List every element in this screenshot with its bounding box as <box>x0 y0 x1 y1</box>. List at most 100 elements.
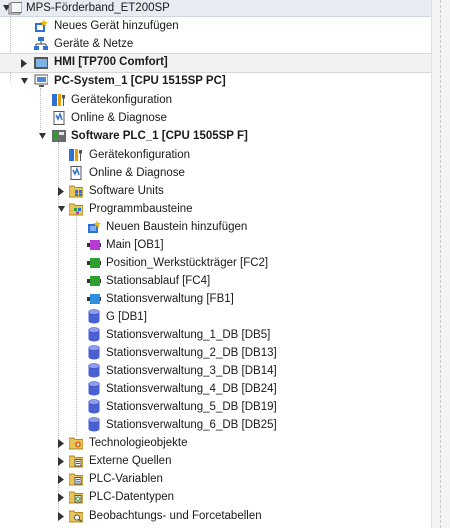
device-config-icon <box>69 148 83 162</box>
plc-online-diag-item[interactable]: Online & Diagnose <box>0 164 432 182</box>
collapse-arrow-icon[interactable] <box>18 57 30 69</box>
expand-arrow-icon[interactable] <box>36 130 48 142</box>
add-device-item[interactable]: Neues Gerät hinzufügen <box>0 17 432 35</box>
db-icon <box>87 416 101 431</box>
pc-system-icon <box>34 74 48 88</box>
db-icon <box>87 344 101 359</box>
block-item[interactable]: Stationsverwaltung [FB1] <box>0 290 432 308</box>
block-label: G [DB1] <box>106 311 147 323</box>
expand-arrow-icon[interactable] <box>55 203 67 215</box>
db-icon <box>87 308 101 323</box>
hmi-device-item[interactable]: HMI [TP700 Comfort] <box>0 53 432 73</box>
plc-variables-label: PLC-Variablen <box>89 473 163 485</box>
hmi-panel-icon <box>34 56 48 70</box>
devices-networks-label: Geräte & Netze <box>54 38 134 50</box>
project-name: MPS-Förderband_ET200SP <box>26 2 170 14</box>
project-tree: MPS-Förderband_ET200SP Neues Gerät hinzu… <box>0 0 432 528</box>
program-blocks-label: Programmbausteine <box>89 203 193 215</box>
block-label: Stationsverwaltung_4_DB [DB24] <box>106 383 277 395</box>
scrollbar-track-divider <box>440 0 441 528</box>
software-units-label: Software Units <box>89 185 164 197</box>
plc-datatypes-folder-icon <box>69 490 83 504</box>
external-sources-item[interactable]: Externe Quellen <box>0 452 432 470</box>
external-sources-folder-icon <box>69 454 83 468</box>
pc-system-label: PC-System_1 [CPU 1515SP PC] <box>54 75 226 87</box>
fc-block-icon <box>87 274 101 288</box>
device-config-icon <box>52 93 66 107</box>
ob-block-icon <box>87 238 101 252</box>
collapse-arrow-icon[interactable] <box>55 473 67 485</box>
watch-force-tables-item[interactable]: Beobachtungs- und Forcetabellen <box>0 507 432 525</box>
devices-networks-icon <box>34 37 48 51</box>
collapse-arrow-icon[interactable] <box>55 491 67 503</box>
pc-device-config-label: Gerätekonfiguration <box>71 94 173 106</box>
db-icon <box>87 362 101 377</box>
block-label: Stationsablauf [FC4] <box>106 275 211 287</box>
software-plc-icon <box>52 129 66 143</box>
block-label: Stationsverwaltung_5_DB [DB19] <box>106 401 277 413</box>
db-icon <box>87 326 101 341</box>
db-icon <box>87 380 101 395</box>
technology-objects-item[interactable]: Technologieobjekte <box>0 434 432 452</box>
fb-block-icon <box>87 292 101 306</box>
project-icon <box>8 1 22 15</box>
block-label: Main [OB1] <box>106 239 164 251</box>
block-label: Neuen Baustein hinzufügen <box>106 221 248 233</box>
pc-device-config-item[interactable]: Gerätekonfiguration <box>0 91 432 109</box>
plc-datatypes-item[interactable]: PLC-Datentypen <box>0 488 432 506</box>
block-label: Stationsverwaltung [FB1] <box>106 293 234 305</box>
hmi-label: HMI [TP700 Comfort] <box>54 56 168 68</box>
pc-online-diag-item[interactable]: Online & Diagnose <box>0 109 432 127</box>
block-label: Position_Werkstückträger [FC2] <box>106 257 269 269</box>
technology-objects-label: Technologieobjekte <box>89 437 188 449</box>
block-item[interactable]: Stationsverwaltung_6_DB [DB25] <box>0 416 432 434</box>
plc-device-config-label: Gerätekonfiguration <box>89 149 191 161</box>
project-root-row[interactable]: MPS-Förderband_ET200SP <box>0 0 432 17</box>
program-blocks-folder-icon <box>69 202 83 216</box>
software-units-icon <box>69 184 83 198</box>
block-label: Stationsverwaltung_6_DB [DB25] <box>106 419 277 431</box>
software-plc-label: Software PLC_1 [CPU 1505SP F] <box>71 130 248 142</box>
technology-objects-folder-icon <box>69 436 83 450</box>
online-diagnose-icon <box>52 111 66 125</box>
block-item[interactable]: Stationsverwaltung_5_DB [DB19] <box>0 398 432 416</box>
add-device-icon <box>34 19 48 33</box>
block-label: Stationsverwaltung_3_DB [DB14] <box>106 365 277 377</box>
plc-variables-folder-icon <box>69 472 83 486</box>
block-item[interactable]: Main [OB1] <box>0 236 432 254</box>
plc-datatypes-label: PLC-Datentypen <box>89 491 175 503</box>
fc-block-icon <box>87 256 101 270</box>
block-label: Stationsverwaltung_2_DB [DB13] <box>106 347 277 359</box>
collapse-arrow-icon[interactable] <box>55 185 67 197</box>
block-item[interactable]: Stationsverwaltung_2_DB [DB13] <box>0 344 432 362</box>
collapse-arrow-icon[interactable] <box>55 510 67 522</box>
block-item[interactable]: Stationsverwaltung_1_DB [DB5] <box>0 326 432 344</box>
block-item[interactable]: Stationsablauf [FC4] <box>0 272 432 290</box>
expand-arrow-icon[interactable] <box>18 75 30 87</box>
add-device-label: Neues Gerät hinzufügen <box>54 20 179 32</box>
block-item[interactable]: Position_Werkstückträger [FC2] <box>0 254 432 272</box>
block-item[interactable]: G [DB1] <box>0 308 432 326</box>
pc-online-diag-label: Online & Diagnose <box>71 112 167 124</box>
block-item[interactable]: Neuen Baustein hinzufügen <box>0 218 432 236</box>
block-item[interactable]: Stationsverwaltung_3_DB [DB14] <box>0 362 432 380</box>
plc-variables-item[interactable]: PLC-Variablen <box>0 470 432 488</box>
plc-device-config-item[interactable]: Gerätekonfiguration <box>0 146 432 164</box>
collapse-arrow-icon[interactable] <box>55 437 67 449</box>
software-plc-item[interactable]: Software PLC_1 [CPU 1505SP F] <box>0 127 432 145</box>
vertical-scrollbar[interactable] <box>431 0 450 528</box>
plc-online-diag-label: Online & Diagnose <box>89 167 185 179</box>
external-sources-label: Externe Quellen <box>89 455 172 467</box>
collapse-arrow-icon[interactable] <box>55 455 67 467</box>
db-icon <box>87 398 101 413</box>
software-units-item[interactable]: Software Units <box>0 182 432 200</box>
add-block-icon <box>87 220 101 234</box>
program-blocks-item[interactable]: Programmbausteine <box>0 200 432 218</box>
online-diagnose-icon <box>69 166 83 180</box>
pc-system-item[interactable]: PC-System_1 [CPU 1515SP PC] <box>0 72 432 90</box>
devices-networks-item[interactable]: Geräte & Netze <box>0 35 432 53</box>
watch-force-tables-label: Beobachtungs- und Forcetabellen <box>89 510 262 522</box>
block-label: Stationsverwaltung_1_DB [DB5] <box>106 329 271 341</box>
watch-force-tables-folder-icon <box>69 509 83 523</box>
block-item[interactable]: Stationsverwaltung_4_DB [DB24] <box>0 380 432 398</box>
